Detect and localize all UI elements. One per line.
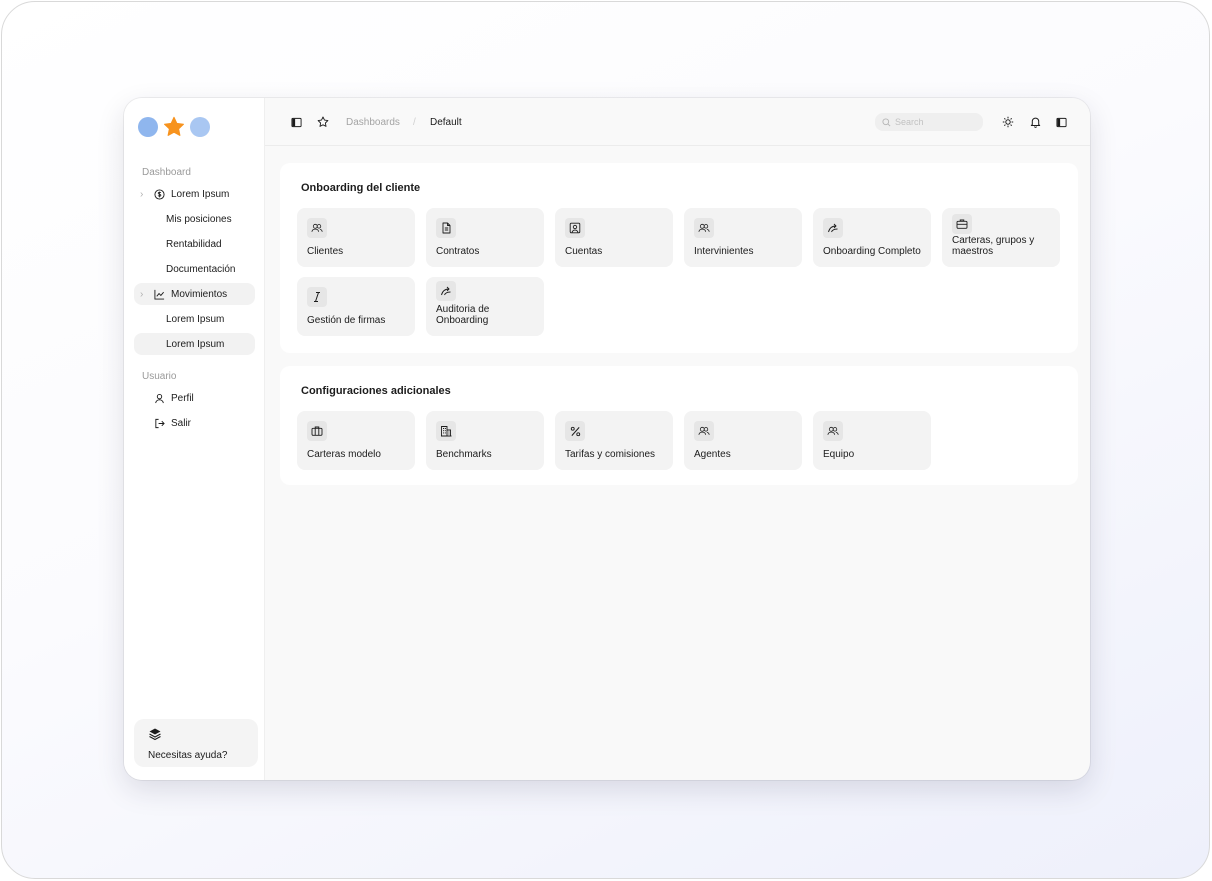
sidebar-item-lorem-ipsum[interactable]: › Lorem Ipsum [134, 183, 255, 205]
tile-label: Gestión de firmas [307, 315, 386, 326]
sidebar-item-lorem-ipsum-2[interactable]: Lorem Ipsum [134, 308, 255, 330]
sidebar-toggle-icon[interactable] [289, 115, 303, 129]
account-icon [565, 218, 585, 238]
briefcase-icon [952, 214, 972, 234]
tile-carteras-modelo[interactable]: Carteras modelo [297, 411, 415, 470]
sidebar-item-label: Lorem Ipsum [171, 188, 230, 200]
logo-dot-left [138, 117, 158, 137]
sidebar-item-label: Movimientos [171, 288, 228, 300]
arrows-icon [823, 218, 843, 238]
sidebar-item-mis-posiciones[interactable]: Mis posiciones [134, 208, 255, 230]
logout-icon [152, 416, 166, 430]
chevron-right-icon: › [140, 188, 144, 200]
tile-label: Agentes [694, 449, 731, 460]
tile-label: Onboarding Completo [823, 246, 921, 257]
percent-icon [565, 421, 585, 441]
tile-tarifas-comisiones[interactable]: Tarifas y comisiones [555, 411, 673, 470]
tile-label: Tarifas y comisiones [565, 449, 656, 460]
panel-toggle-icon[interactable] [1054, 115, 1068, 129]
sidebar-item-salir[interactable]: Salir [134, 412, 255, 434]
search-box[interactable] [875, 113, 983, 131]
briefcase-icon [307, 421, 327, 441]
onboarding-title: Onboarding del cliente [301, 182, 421, 194]
tile-onboarding-completo[interactable]: Onboarding Completo [813, 208, 931, 267]
sidebar-item-label: Lorem Ipsum [166, 313, 225, 325]
italic-icon [307, 287, 327, 307]
tile-clientes[interactable]: Clientes [297, 208, 415, 267]
tile-benchmarks[interactable]: Benchmarks [426, 411, 544, 470]
tile-label: Intervinientes [694, 246, 754, 257]
tile-label: Carteras, grupos y maestros [952, 235, 1035, 257]
users-icon [823, 421, 843, 441]
sidebar-item-label: Perfil [171, 392, 194, 404]
users-icon [694, 218, 714, 238]
tile-cuentas[interactable]: Cuentas [555, 208, 673, 267]
sidebar-item-label: Mis posiciones [166, 213, 232, 225]
arrows-icon [436, 281, 456, 301]
tile-equipo[interactable]: Equipo [813, 411, 931, 470]
sidebar-item-label: Rentabilidad [166, 238, 222, 250]
search-icon [882, 117, 891, 127]
tile-label: Contratos [436, 246, 480, 257]
tile-carteras-grupos-maestros[interactable]: Carteras, grupos y maestros [942, 208, 1060, 267]
breadcrumb-separator: / [413, 117, 416, 128]
chevron-right-icon: › [140, 288, 144, 300]
help-label: Necesitas ayuda? [148, 750, 228, 761]
outer-frame: Dashboard › Lorem Ipsum Mis posiciones R… [1, 1, 1210, 879]
app-window: Dashboard › Lorem Ipsum Mis posiciones R… [124, 98, 1090, 780]
star-icon[interactable] [316, 115, 330, 129]
sidebar-item-lorem-ipsum-3[interactable]: Lorem Ipsum [134, 333, 255, 355]
config-panel: Configuraciones adicionales Carteras mod… [280, 366, 1078, 485]
breadcrumb-default: Default [430, 117, 462, 128]
sidebar-item-rentabilidad[interactable]: Rentabilidad [134, 233, 255, 255]
dollar-circle-icon [152, 187, 166, 201]
tile-intervinientes[interactable]: Intervinientes [684, 208, 802, 267]
topbar: Dashboards / Default [265, 98, 1090, 146]
chart-line-icon [152, 287, 166, 301]
layers-icon [148, 727, 162, 741]
section-label-dashboard: Dashboard [142, 167, 191, 178]
tile-label: Clientes [307, 246, 344, 257]
users-icon [307, 218, 327, 238]
sidebar-item-movimientos[interactable]: › Movimientos [134, 283, 255, 305]
section-label-usuario: Usuario [142, 371, 177, 382]
tile-contratos[interactable]: Contratos [426, 208, 544, 267]
sidebar-item-perfil[interactable]: Perfil [134, 387, 255, 409]
logo-dot-right [190, 117, 210, 137]
bell-icon[interactable] [1028, 115, 1042, 129]
sun-icon[interactable] [1001, 115, 1015, 129]
tile-label: Equipo [823, 449, 855, 460]
search-input[interactable] [895, 117, 975, 127]
building-icon [436, 421, 456, 441]
sidebar-item-documentacion[interactable]: Documentación [134, 258, 255, 280]
breadcrumb-dashboards[interactable]: Dashboards [346, 117, 400, 128]
tile-label: Carteras modelo [307, 449, 381, 460]
tile-label: Auditoria de Onboarding [436, 304, 490, 326]
tile-gestion-firmas[interactable]: Gestión de firmas [297, 277, 415, 336]
tile-label: Benchmarks [436, 449, 492, 460]
sidebar: Dashboard › Lorem Ipsum Mis posiciones R… [124, 98, 265, 780]
help-card[interactable]: Necesitas ayuda? [134, 719, 258, 767]
star-logo-icon [164, 116, 184, 136]
logo [138, 116, 210, 138]
sidebar-item-label: Documentación [166, 263, 236, 275]
users-icon [694, 421, 714, 441]
tile-auditoria-onboarding[interactable]: Auditoria de Onboarding [426, 277, 544, 336]
config-title: Configuraciones adicionales [301, 385, 451, 397]
sidebar-item-label: Salir [171, 417, 192, 429]
document-icon [436, 218, 456, 238]
user-icon [152, 391, 166, 405]
tile-agentes[interactable]: Agentes [684, 411, 802, 470]
onboarding-panel: Onboarding del cliente Clientes Contrato… [280, 163, 1078, 353]
sidebar-item-label: Lorem Ipsum [166, 338, 225, 350]
tile-label: Cuentas [565, 246, 603, 257]
